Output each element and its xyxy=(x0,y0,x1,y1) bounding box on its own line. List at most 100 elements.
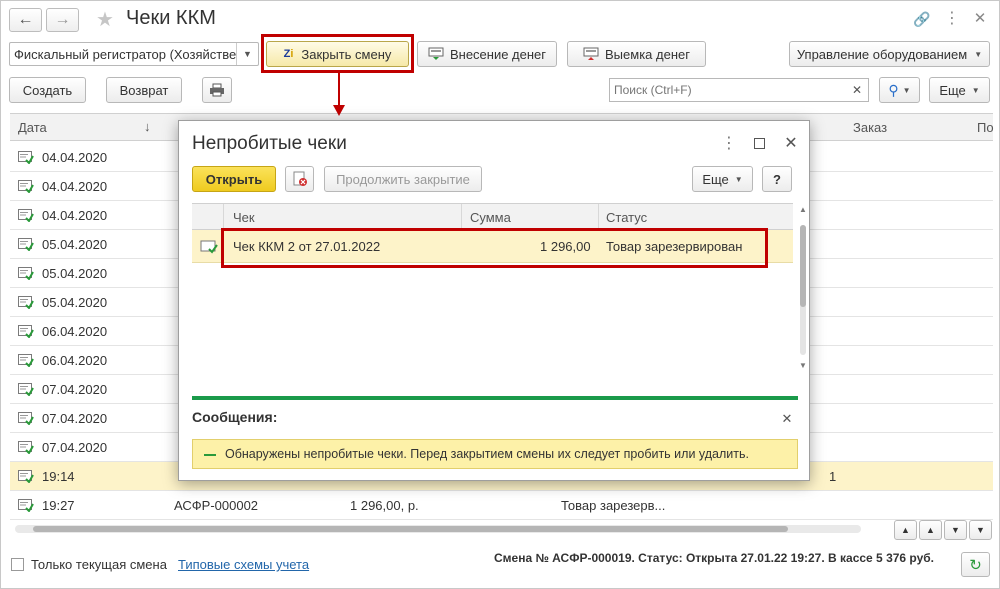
arrow-right-icon: → xyxy=(54,11,71,28)
continue-closing-button[interactable]: Продолжить закрытие xyxy=(324,166,482,192)
register-select-value: Фискальный регистратор (Хозяйстве xyxy=(14,47,237,62)
date-cell: 07.04.2020 xyxy=(42,382,108,397)
date-cell: 04.04.2020 xyxy=(42,208,108,223)
deposit-label: Внесение денег xyxy=(449,46,547,62)
receipt-check-icon xyxy=(18,383,34,396)
dialog-more-button[interactable]: Еще ▼ xyxy=(692,166,753,192)
receipt-check-icon xyxy=(200,240,218,254)
page-title: Чеки ККМ xyxy=(126,7,216,29)
scroll-down-button[interactable]: ▼ xyxy=(944,520,967,540)
scroll-bottom-button[interactable]: ▼ xyxy=(969,520,992,540)
table-row[interactable]: Чек ККМ 2 от 27.01.2022 1 296,00 Товар з… xyxy=(192,230,793,263)
close-shift-label: Закрыть смену xyxy=(301,46,392,62)
receipt-check-icon xyxy=(18,470,34,483)
equipment-menu-button[interactable]: Управление оборудованием ▼ xyxy=(789,41,990,67)
scrollbar-thumb[interactable] xyxy=(33,526,788,532)
date-cell: 07.04.2020 xyxy=(42,440,108,455)
close-messages-icon[interactable]: ✕ xyxy=(779,411,795,427)
receipt-check-icon xyxy=(18,180,34,193)
chevron-down-icon: ▼ xyxy=(974,49,983,59)
register-select[interactable]: Фискальный регистратор (Хозяйстве ▼ xyxy=(9,42,259,66)
arrow-down-icon: ▼ xyxy=(951,525,960,535)
column-order[interactable]: Заказ xyxy=(853,120,887,135)
search-input[interactable] xyxy=(610,79,840,101)
status-cell: Товар зарезерв... xyxy=(561,498,666,513)
sort-arrow-icon: ↓ xyxy=(144,119,151,134)
forward-button[interactable]: → xyxy=(46,8,79,32)
column-sum[interactable]: Сумма xyxy=(470,210,511,225)
withdraw-button[interactable]: Выемка денег xyxy=(567,41,706,67)
search-field[interactable]: ✕ xyxy=(609,78,869,102)
scroll-up-button[interactable]: ▲ xyxy=(919,520,942,540)
close-icon[interactable]: ✕ xyxy=(971,9,989,27)
link-icon[interactable]: 🔗 xyxy=(913,10,931,28)
refresh-icon: ↻ xyxy=(969,556,982,574)
receipt-check-icon xyxy=(18,499,34,512)
help-button[interactable]: ? xyxy=(762,166,792,192)
date-cell: 19:14 xyxy=(42,469,75,484)
column-more[interactable]: По xyxy=(977,120,994,135)
clear-icon[interactable]: ✕ xyxy=(846,79,868,101)
main-window: ← → ★ Чеки ККМ 🔗 ⋮ ✕ Фискальный регистра… xyxy=(0,0,1000,589)
date-cell: 19:27 xyxy=(42,498,75,513)
date-cell: 05.04.2020 xyxy=(42,237,108,252)
more-label: Еще xyxy=(939,82,966,98)
close-shift-button[interactable]: Zi Закрыть смену xyxy=(266,41,409,67)
date-cell: 06.04.2020 xyxy=(42,324,108,339)
dialog-table-header: Чек Сумма Статус xyxy=(192,203,793,230)
delete-document-icon xyxy=(293,171,307,186)
delete-button[interactable] xyxy=(285,166,314,192)
horizontal-scrollbar[interactable] xyxy=(15,525,861,533)
to-top-icon: ▲ xyxy=(901,525,910,535)
number-cell: АСФР-000002 xyxy=(174,498,259,513)
only-current-label: Только текущая смена xyxy=(31,557,167,572)
receipt-check-icon xyxy=(18,209,34,222)
more-vertical-icon[interactable]: ⋮ xyxy=(721,134,737,152)
date-cell: 05.04.2020 xyxy=(42,266,108,281)
chevron-down-icon: ▼ xyxy=(902,85,911,95)
receipt-check-icon xyxy=(18,354,34,367)
more-vertical-icon[interactable]: ⋮ xyxy=(944,9,960,27)
sum-cell: 1 296,00, р. xyxy=(350,498,419,513)
receipt-check-icon xyxy=(18,151,34,164)
create-button[interactable]: Создать xyxy=(9,77,86,103)
shift-status: Смена № АСФР-000019. Статус: Открыта 27.… xyxy=(494,551,935,565)
star-icon[interactable]: ★ xyxy=(94,8,116,31)
dialog-vertical-scrollbar[interactable]: ▲ ▼ xyxy=(797,203,809,373)
close-shift-icon: Zi xyxy=(283,48,294,60)
date-cell: 07.04.2020 xyxy=(42,411,108,426)
deposit-icon xyxy=(428,47,444,60)
withdraw-icon xyxy=(583,47,599,60)
scrollbar-thumb[interactable] xyxy=(800,225,806,307)
more-button[interactable]: Еще ▼ xyxy=(929,77,990,103)
back-button[interactable]: ← xyxy=(9,8,42,32)
column-date[interactable]: Дата xyxy=(18,120,47,135)
to-bottom-icon: ▼ xyxy=(976,525,985,535)
messages-title: Сообщения: xyxy=(192,409,278,425)
open-button[interactable]: Открыть xyxy=(192,166,276,192)
date-cell: 04.04.2020 xyxy=(42,150,108,165)
scroll-top-button[interactable]: ▲ xyxy=(894,520,917,540)
table-row[interactable]: 19:27 АСФР-000002 1 296,00, р. Товар зарезе… xyxy=(10,491,993,520)
return-button[interactable]: Возврат xyxy=(106,77,182,103)
deposit-button[interactable]: Внесение денег xyxy=(417,41,557,67)
receipt-check-icon xyxy=(18,267,34,280)
column-status[interactable]: Статус xyxy=(606,210,647,225)
refresh-button[interactable]: ↻ xyxy=(961,552,990,577)
chevron-down-icon[interactable]: ▼ xyxy=(236,43,258,65)
quantity-cell: 1 xyxy=(829,469,837,484)
only-current-checkbox[interactable] xyxy=(11,558,24,571)
message-box: Обнаружены непробитые чеки. Перед закрыт… xyxy=(192,439,798,469)
maximize-icon[interactable] xyxy=(754,138,765,149)
chevron-down-icon: ▼ xyxy=(734,174,743,184)
print-button[interactable] xyxy=(202,77,232,103)
search-button[interactable]: ⚲ ▼ xyxy=(879,77,920,103)
column-check[interactable]: Чек xyxy=(233,210,255,225)
withdraw-label: Выемка денег xyxy=(605,46,690,62)
unpunched-checks-dialog: Непробитые чеки ⋮ ✕ Открыть Продолжить з… xyxy=(178,120,810,481)
schemes-link[interactable]: Типовые схемы учета xyxy=(178,557,309,572)
receipt-check-icon xyxy=(18,296,34,309)
close-icon[interactable]: ✕ xyxy=(782,133,800,153)
receipt-check-icon xyxy=(18,441,34,454)
chevron-down-icon: ▼ xyxy=(971,85,980,95)
